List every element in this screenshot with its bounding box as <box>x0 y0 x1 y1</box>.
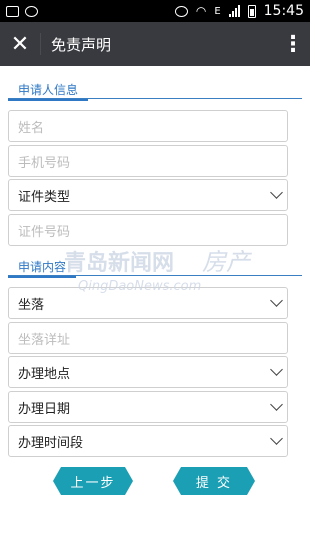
location-value: 坐落 <box>18 297 45 313</box>
wifi-icon: ◠ <box>195 4 207 18</box>
status-bar: ◠ E 15:45 <box>0 0 310 22</box>
gallery-icon <box>6 5 19 17</box>
previous-step-label: 上一步 <box>70 475 116 491</box>
location-detail-input[interactable]: 坐落详址 <box>8 322 288 354</box>
close-icon: ✕ <box>10 31 30 57</box>
phone-input[interactable]: 手机号码 <box>8 145 288 177</box>
id-number-input[interactable]: 证件号码 <box>8 214 288 246</box>
location-select[interactable]: 坐落 <box>8 287 288 319</box>
chevron-down-icon <box>270 186 283 199</box>
date-value: 办理日期 <box>18 401 71 417</box>
title-bar: ✕ 免责声明 ⋮ <box>0 22 310 66</box>
previous-step-button[interactable]: 上一步 <box>53 467 133 495</box>
applicant-section-header: 申请人信息 <box>8 79 302 101</box>
submit-button[interactable]: 提 交 <box>173 467 255 495</box>
applicant-section-label: 申请人信息 <box>8 82 89 101</box>
chevron-down-icon <box>270 398 283 411</box>
page-title: 免责声明 <box>51 35 112 54</box>
time-slot-select[interactable]: 办理时间段 <box>8 425 288 457</box>
wechat-icon <box>25 5 38 17</box>
close-button[interactable]: ✕ <box>0 22 40 66</box>
title-divider <box>40 33 41 55</box>
battery-icon <box>247 4 256 18</box>
time-slot-value: 办理时间段 <box>18 435 84 451</box>
office-value: 办理地点 <box>18 366 71 382</box>
signal-icon <box>228 5 240 17</box>
network-type: E <box>214 5 221 17</box>
id-type-select[interactable]: 证件类型 <box>8 179 288 211</box>
request-section-header: 申请内容 <box>8 256 302 278</box>
chevron-down-icon <box>270 363 283 376</box>
chevron-down-icon <box>270 294 283 307</box>
submit-label: 提 交 <box>195 475 233 491</box>
request-section-label: 申请内容 <box>8 259 77 278</box>
alarm-icon <box>174 5 188 17</box>
office-select[interactable]: 办理地点 <box>8 356 288 388</box>
chevron-down-icon <box>270 432 283 445</box>
status-time: 15:45 <box>263 3 304 19</box>
id-type-value: 证件类型 <box>18 189 71 205</box>
date-select[interactable]: 办理日期 <box>8 391 288 423</box>
more-options-button[interactable]: ⋮ <box>276 22 310 66</box>
more-icon: ⋮ <box>282 31 304 57</box>
name-input[interactable]: 姓名 <box>8 110 288 142</box>
